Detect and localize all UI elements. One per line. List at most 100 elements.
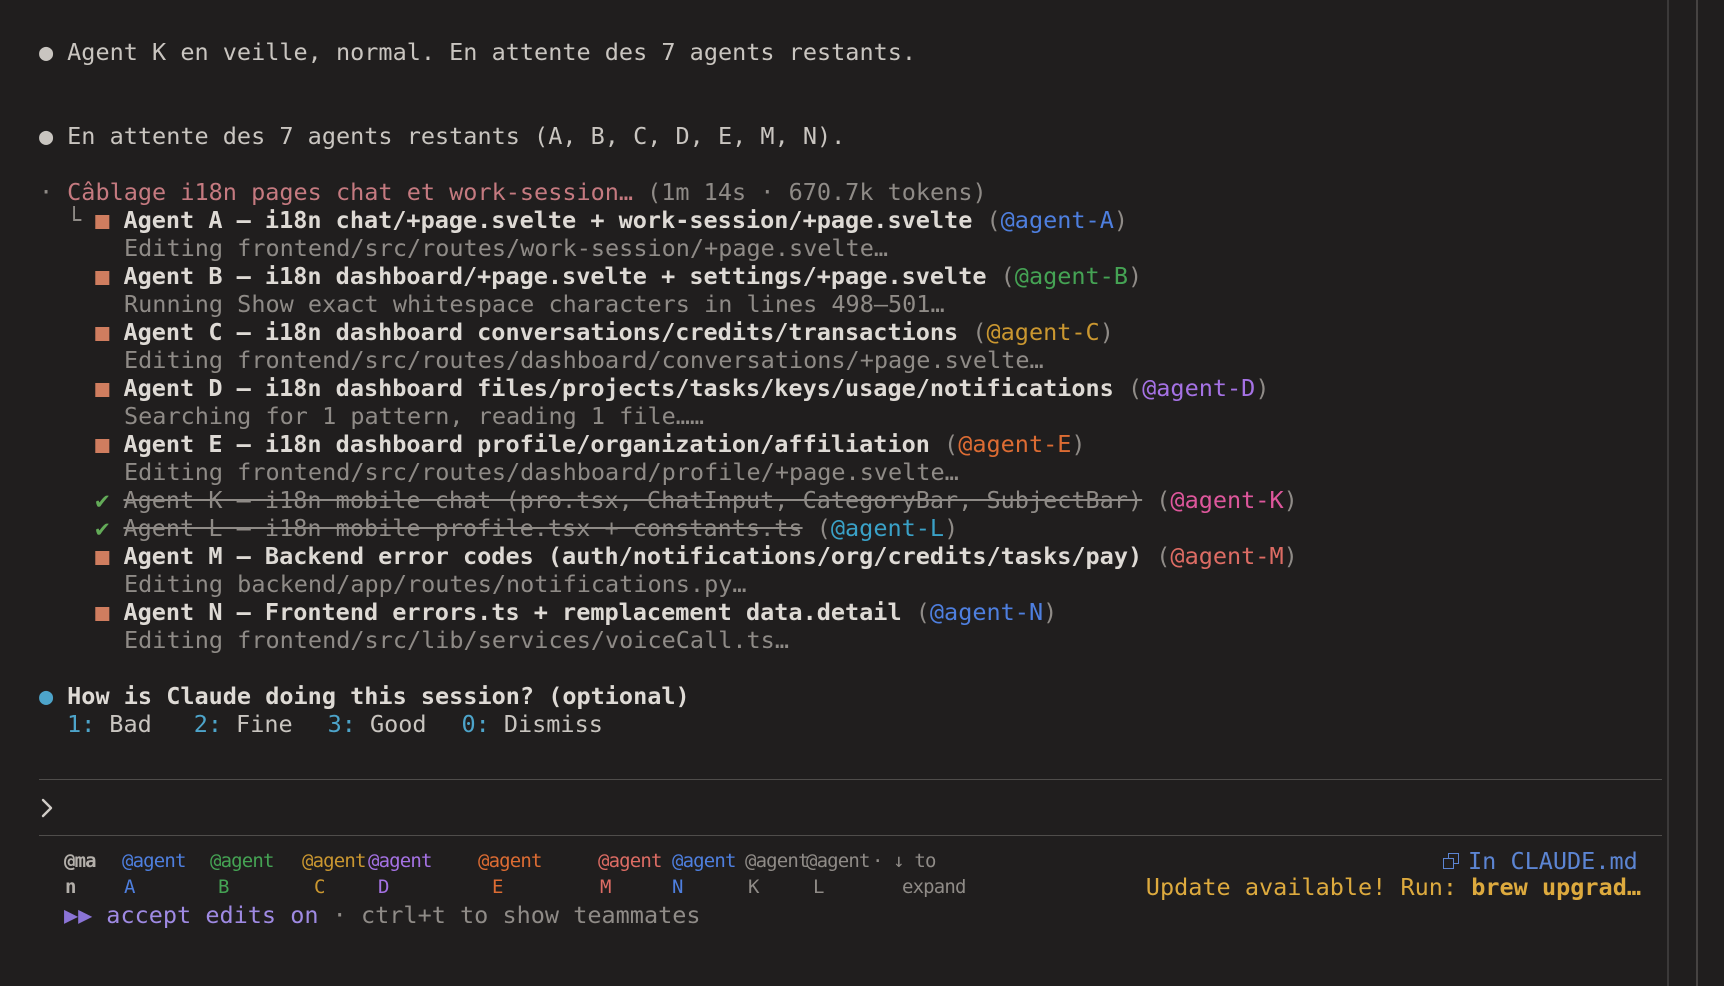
task-title: Câblage i18n pages chat et work-session… (67, 178, 633, 206)
chip-text: @agent (368, 848, 432, 874)
chip-text: @agent (210, 848, 274, 874)
agent-title: Agent A — i18n chat/+page.svelte + work-… (123, 206, 972, 234)
prompt-input[interactable] (39, 779, 1662, 836)
agent-mention[interactable]: @agent-D (1142, 374, 1255, 402)
update-notice[interactable]: Update available! Run: brew upgrad… (1146, 874, 1641, 900)
agent-title: Agent K — i18n mobile chat (pro.tsx, Cha… (123, 486, 1142, 514)
paren-open: ( (1142, 486, 1170, 514)
agent-mention[interactable]: @agent-L (831, 514, 944, 542)
tree-branch-icon (67, 262, 95, 290)
feedback-option-dismiss[interactable]: 0:Dismiss (462, 710, 603, 738)
agent-status-square-icon: ■ (95, 206, 109, 234)
agent-row: ■ Agent C — i18n dashboard conversations/… (39, 318, 1662, 346)
hint-text: · ↓ to (872, 848, 966, 874)
mention-chip-agent-a[interactable]: @agentA (122, 848, 186, 900)
message-line: ● Agent K en veille, normal. En attente d… (39, 38, 1662, 66)
agent-status-square-icon: ■ (95, 318, 109, 346)
paren-close: ) (1043, 598, 1057, 626)
option-key: 3: (328, 710, 356, 738)
agent-mention[interactable]: @agent-B (1015, 262, 1128, 290)
chip-text: @agent (122, 848, 186, 874)
mention-chip-main[interactable]: @man (64, 848, 96, 900)
agent-mention[interactable]: @agent-A (1001, 206, 1114, 234)
paren-close: ) (1114, 206, 1128, 234)
agent-title: Agent C — i18n dashboard conversations/c… (123, 318, 958, 346)
paren-open: ( (972, 206, 1000, 234)
agent-row: ■Agent M — Backend error codes (auth/not… (39, 542, 1662, 570)
agent-mention[interactable]: @agent-C (987, 318, 1100, 346)
agent-title: Agent B — i18n dashboard/+page.svelte + … (123, 262, 986, 290)
feedback-question-text: How is Claude doing this session? (optio… (67, 682, 690, 710)
accept-edits-toggle[interactable]: accept edits on (106, 901, 318, 929)
agent-mention[interactable]: @agent-E (958, 430, 1071, 458)
feedback-option-good[interactable]: 3: Good (328, 710, 427, 738)
mention-chip-agent-c[interactable]: @agentC (302, 848, 366, 900)
agent-row-done: ✔Agent K — i18n mobile chat (pro.tsx, Ch… (39, 486, 1662, 514)
agent-activity: Editing frontend/src/lib/services/voiceC… (39, 626, 1662, 654)
mention-chip-agent-m[interactable]: @agentM (598, 848, 662, 900)
bullet-icon: ● (39, 38, 53, 66)
feedback-option-bad[interactable]: 1:Bad (67, 710, 152, 738)
feedback-question: ●How is Claude doing this session? (opti… (39, 682, 1662, 710)
paren-close: ) (1128, 262, 1142, 290)
agent-mention[interactable]: @agent-K (1170, 486, 1283, 514)
tree-branch-icon (67, 486, 95, 514)
paren-open: ( (902, 598, 930, 626)
paren-open: ( (1142, 542, 1170, 570)
prompt-chevron-icon (39, 796, 55, 820)
spinner-dot-icon: · (39, 178, 53, 206)
feedback-option-fine[interactable]: 2: Fine (194, 710, 293, 738)
check-icon: ✔ (95, 514, 109, 542)
message-text: Agent K en veille, normal. En attente de… (67, 38, 916, 66)
mention-chip-agent-k[interactable]: @agentK (745, 848, 809, 900)
option-key: 2: (194, 710, 222, 738)
mention-chip-agent-n[interactable]: @agentN (672, 848, 736, 900)
option-key: 1: (67, 710, 95, 738)
agent-row-done: ✔Agent L — i18n mobile profile.tsx + con… (39, 514, 1662, 542)
agent-status-square-icon: ■ (95, 262, 109, 290)
chip-letter: K (745, 874, 809, 900)
mention-chip-agent-b[interactable]: @agentB (210, 848, 274, 900)
fast-forward-icon: ▶▶ (64, 901, 92, 929)
paren-close: ) (1284, 486, 1298, 514)
update-command: brew upgrad… (1471, 873, 1641, 901)
paren-close: ) (1284, 542, 1298, 570)
agent-title: Agent E — i18n dashboard profile/organiz… (123, 430, 929, 458)
agent-status-square-icon: ■ (95, 430, 109, 458)
chip-letter: B (210, 874, 274, 900)
agent-row: ■ Agent E — i18n dashboard profile/organi… (39, 430, 1662, 458)
chip-text: @ma (64, 848, 96, 874)
claude-md-label: In CLAUDE.md (1468, 848, 1638, 874)
window-edge (1696, 0, 1698, 986)
agent-status-square-icon: ■ (95, 542, 109, 570)
mention-chip-agent-l[interactable]: @agentL (806, 848, 870, 900)
tree-branch-icon (67, 318, 95, 346)
expand-hint[interactable]: · ↓ toexpand (872, 848, 966, 900)
chip-text: @agent (745, 848, 809, 874)
hint-text: expand (872, 874, 966, 900)
tree-branch-icon (67, 598, 95, 626)
mode-line: ▶▶accept edits on · ctrl+t to show teamm… (64, 901, 701, 929)
chip-text: @agent (598, 848, 662, 874)
agent-mention[interactable]: @agent-N (930, 598, 1043, 626)
message-line: ●En attente des 7 agents restants (A, B,… (39, 122, 1662, 150)
task-meta: (1m 14s · 670.7k tokens) (647, 178, 987, 206)
agent-activity: Editing frontend/src/routes/dashboard/pr… (39, 458, 1662, 486)
option-label: Fine (236, 710, 293, 738)
task-header: · Câblage i18n pages chat et work-session… (39, 178, 1662, 206)
mention-chip-agent-e[interactable]: @agentE (478, 848, 542, 900)
agent-mention[interactable]: @agent-M (1170, 542, 1283, 570)
status-bar: @man @agentA @agentB @agentC @agentD @ag… (0, 848, 1724, 986)
memory-file-icon (1443, 853, 1459, 869)
mention-chip-agent-d[interactable]: @agentD (368, 848, 432, 900)
chip-letter: N (672, 874, 736, 900)
agent-status-square-icon: ■ (95, 598, 109, 626)
paren-close: ) (1100, 318, 1114, 346)
feedback-options: 1:Bad 2: Fine 3: Good 0:Dismiss (39, 710, 1662, 738)
agent-activity: Searching for 1 pattern, reading 1 file…… (39, 402, 1662, 430)
tree-branch-icon (67, 514, 95, 542)
option-label: Good (370, 710, 427, 738)
chip-letter: A (122, 874, 186, 900)
claude-md-indicator[interactable]: In CLAUDE.md (1443, 848, 1638, 874)
agent-row: ■Agent D — i18n dashboard files/projects… (39, 374, 1662, 402)
